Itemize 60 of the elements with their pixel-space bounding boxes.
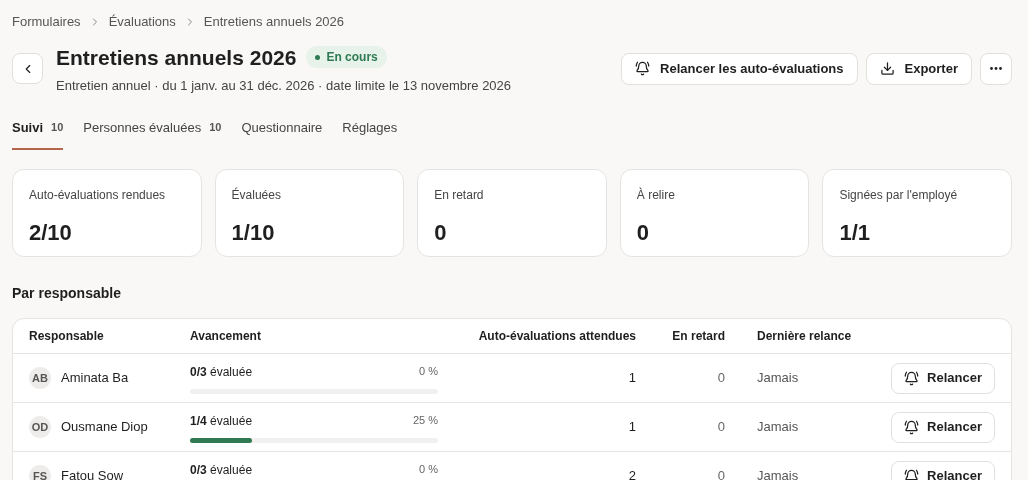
- table-cell: 2: [628, 468, 636, 480]
- progress-text: 0/3 évaluée: [190, 363, 253, 381]
- stat-value: 0: [636, 219, 650, 247]
- stat-label: En retard: [434, 187, 484, 204]
- section-title: Par responsable: [12, 284, 121, 303]
- remind-button[interactable]: Relancer: [891, 411, 995, 443]
- table-cell: Jamais: [757, 370, 799, 386]
- progress-text: 0/3 évaluée: [190, 461, 253, 479]
- avatar: AB: [29, 367, 51, 389]
- manager-name: Aminata Ba: [61, 369, 129, 388]
- breadcrumb-item[interactable]: Formulaires: [12, 12, 81, 32]
- tab[interactable]: Personnes évaluées 10: [83, 117, 222, 150]
- table-cell: 1: [628, 370, 636, 386]
- bell-icon: [635, 61, 650, 76]
- manager-name: Fatou Sow: [61, 467, 124, 480]
- table-cell: 1: [628, 419, 636, 435]
- more-button[interactable]: [980, 52, 1012, 85]
- stat-value: 1/10: [231, 219, 275, 247]
- remind-button[interactable]: Relancer les auto-évaluations: [621, 52, 858, 85]
- export-button[interactable]: Exporter: [865, 52, 972, 85]
- stat-value: 2/10: [29, 219, 72, 247]
- page-subtitle: Entretien annuel · du 1 janv. au 31 déc. 2026 · date limite le 13 novembre 2026: [56, 77, 512, 95]
- remind-button[interactable]: Relancer: [891, 362, 995, 394]
- progress-percent: 0 %: [419, 363, 438, 379]
- column-header: Auto-évaluations attendues: [478, 329, 636, 343]
- manager-name: Ousmane Diop: [61, 418, 148, 437]
- column-header: Dernière relance: [757, 329, 852, 343]
- status-badge: En cours: [306, 46, 387, 69]
- back-button[interactable]: [12, 53, 43, 84]
- bell-icon: [904, 419, 920, 435]
- stat-value: 1/1: [839, 219, 870, 247]
- tab[interactable]: Réglages: [342, 117, 398, 150]
- table-cell: Jamais: [757, 468, 799, 480]
- column-header: En retard: [672, 329, 725, 343]
- download-icon: [879, 61, 895, 76]
- progress-text: 1/4 évaluée: [190, 412, 253, 430]
- page-title: Entretiens annuels 2026: [56, 44, 297, 71]
- breadcrumb-item[interactable]: Évaluations: [108, 12, 176, 32]
- stat-value: 0: [434, 219, 447, 247]
- stat-label: À relire: [636, 186, 675, 204]
- column-header: Avancement: [190, 329, 261, 343]
- bell-icon: [904, 370, 920, 386]
- more-icon: [990, 67, 1002, 70]
- avatar: FS: [29, 465, 51, 480]
- progress-percent: 25 %: [412, 412, 438, 428]
- breadcrumb-item: Entretiens annuels 2026: [203, 13, 345, 31]
- column-header: Responsable: [29, 329, 104, 343]
- tab[interactable]: Suivi 10: [12, 117, 64, 150]
- stat-label: Auto-évaluations rendues: [29, 187, 166, 204]
- table-cell: Jamais: [757, 419, 799, 435]
- stat-label: Évaluées: [231, 186, 281, 204]
- table-cell: 0: [717, 468, 725, 480]
- table-cell: 0: [717, 370, 725, 386]
- bell-icon: [904, 468, 920, 480]
- table-cell: 0: [717, 419, 725, 435]
- stat-label: Signées par l'employé: [839, 187, 958, 204]
- remind-button[interactable]: Relancer: [891, 460, 995, 480]
- avatar: OD: [29, 416, 51, 438]
- progress-percent: 0 %: [419, 461, 438, 477]
- tab[interactable]: Questionnaire: [241, 117, 323, 150]
